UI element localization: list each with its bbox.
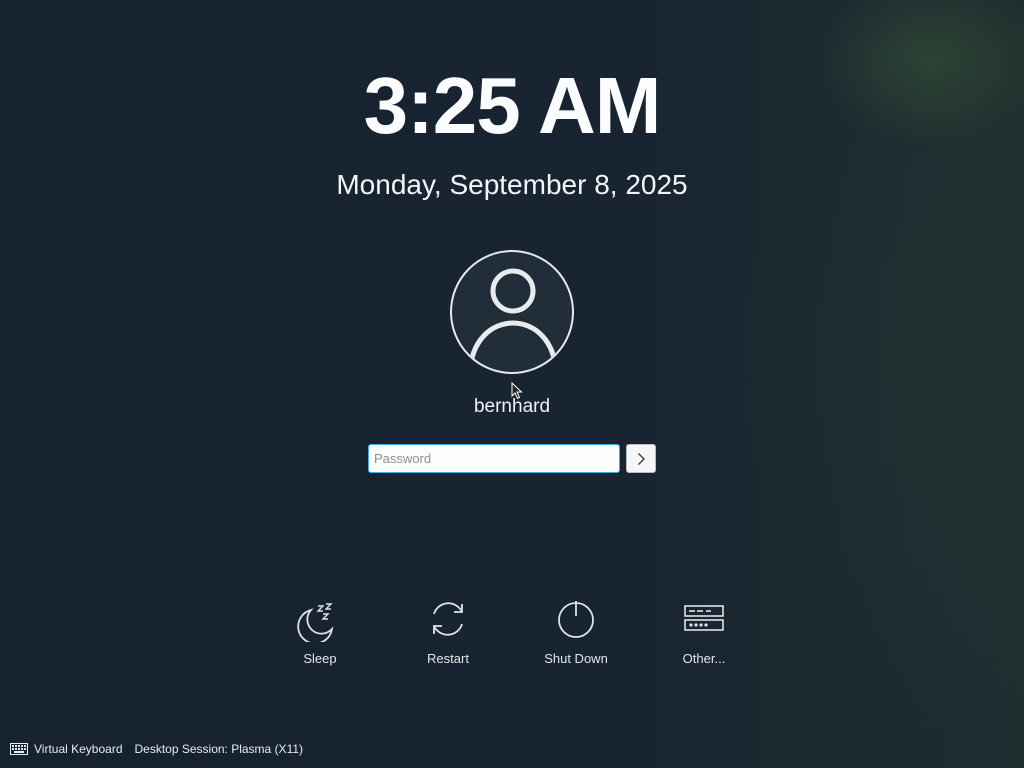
footer-bar: Virtual Keyboard Desktop Session: Plasma…	[10, 740, 303, 758]
desktop-session-selector[interactable]: Desktop Session: Plasma (X11)	[135, 742, 304, 756]
restart-icon	[433, 602, 463, 636]
other-actions-button[interactable]: Other...	[654, 596, 754, 666]
password-input[interactable]	[368, 444, 620, 473]
clock-time: 3:25 AM	[363, 61, 662, 150]
virtual-keyboard-button[interactable]: Virtual Keyboard	[10, 742, 123, 756]
mouse-cursor-icon	[511, 382, 523, 400]
other-actions-label: Other...	[682, 651, 726, 666]
switch-user-icon	[684, 605, 724, 631]
sleep-icon	[297, 603, 334, 642]
user-icon	[467, 268, 559, 372]
keyboard-icon	[10, 743, 28, 755]
shutdown-label: Shut Down	[544, 651, 608, 666]
virtual-keyboard-label: Virtual Keyboard	[34, 742, 123, 756]
login-submit-button[interactable]	[626, 444, 656, 473]
shutdown-button[interactable]: Shut Down	[526, 596, 626, 666]
restart-button[interactable]: Restart	[398, 596, 498, 666]
sleep-label: Sleep	[303, 651, 337, 666]
restart-label: Restart	[427, 651, 469, 666]
chevron-right-icon	[638, 452, 645, 465]
clock-date: Monday, September 8, 2025	[336, 169, 688, 200]
power-icon	[558, 601, 594, 638]
user-avatar[interactable]	[450, 250, 574, 374]
sleep-button[interactable]: Sleep	[270, 596, 370, 666]
